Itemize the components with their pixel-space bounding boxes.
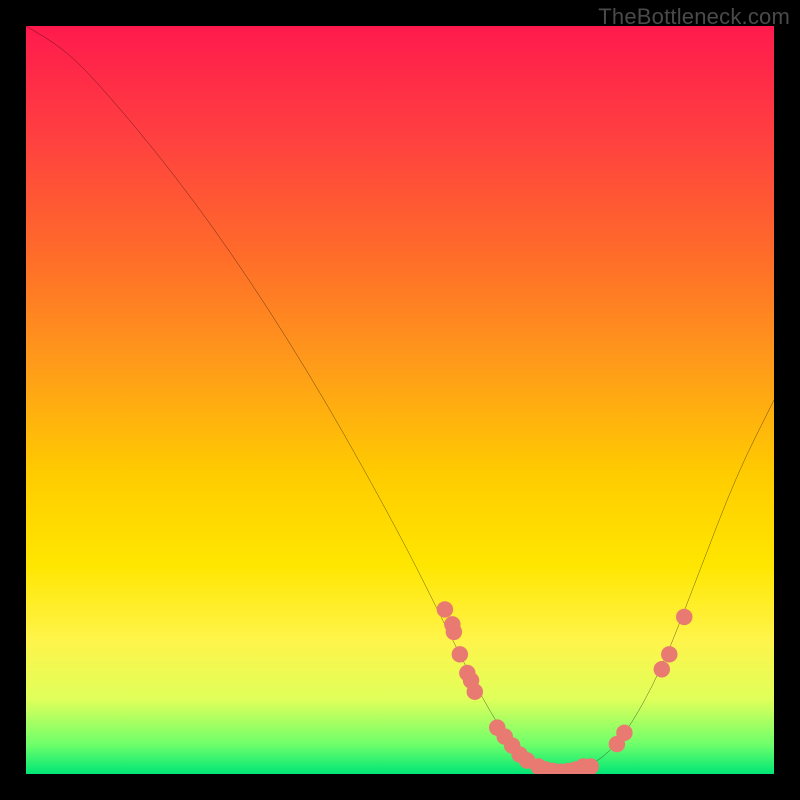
- data-dot: [437, 601, 453, 617]
- data-dot: [616, 725, 632, 741]
- bottleneck-curve: [26, 26, 774, 770]
- data-dot: [511, 746, 527, 762]
- data-dot: [504, 737, 520, 753]
- data-dot: [545, 763, 561, 774]
- data-dot: [463, 672, 479, 688]
- chart-frame: TheBottleneck.com: [0, 0, 800, 800]
- data-dot: [530, 758, 546, 774]
- data-dot: [452, 646, 468, 662]
- data-dot: [560, 763, 576, 774]
- data-dot: [444, 616, 460, 632]
- data-dot: [519, 752, 535, 768]
- watermark-text: TheBottleneck.com: [598, 4, 790, 30]
- data-dot: [467, 683, 483, 699]
- data-dot: [676, 609, 692, 625]
- data-dot: [489, 719, 505, 735]
- data-dot: [446, 624, 462, 640]
- data-dot: [654, 661, 670, 677]
- data-dot: [661, 646, 677, 662]
- data-dots: [437, 601, 693, 774]
- data-dot: [553, 764, 569, 774]
- data-dot: [575, 758, 591, 774]
- data-dot: [496, 728, 512, 744]
- plot-area: [26, 26, 774, 774]
- data-dot: [609, 736, 625, 752]
- data-dot: [583, 758, 599, 774]
- data-dot: [568, 761, 584, 774]
- data-dot: [459, 665, 475, 681]
- data-dot: [538, 761, 554, 774]
- chart-svg: [26, 26, 774, 774]
